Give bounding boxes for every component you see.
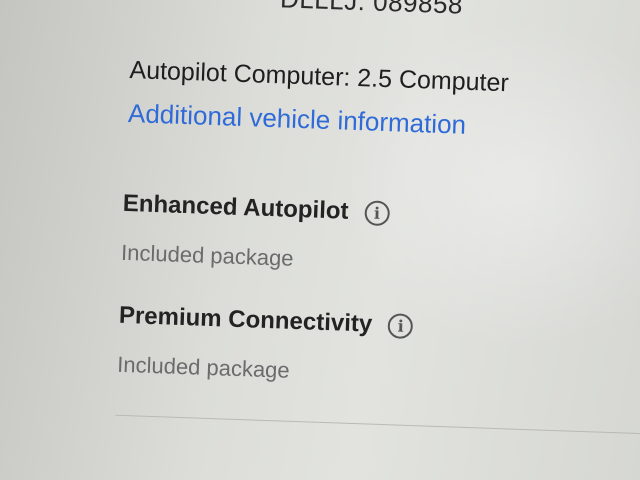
info-icon[interactable]: i: [364, 199, 390, 226]
additional-vehicle-info-link[interactable]: Additional vehicle information: [127, 98, 467, 141]
package-status: Included package: [120, 239, 294, 271]
package-status: Included package: [116, 351, 291, 383]
package-enhanced-autopilot: Enhanced Autopilot i: [122, 190, 390, 227]
package-title: Premium Connectivity: [118, 301, 373, 338]
vehicle-details-panel: DLLLJ. 089858 Autopilot Computer: 2.5 Co…: [113, 0, 640, 480]
divider: [115, 414, 640, 435]
info-icon[interactable]: i: [387, 312, 414, 339]
screen: DLLLJ. 089858 Autopilot Computer: 2.5 Co…: [0, 0, 640, 480]
package-title: Enhanced Autopilot: [122, 189, 349, 225]
package-premium-connectivity: Premium Connectivity i: [118, 301, 414, 340]
autopilot-computer-label: Autopilot Computer: 2.5 Computer: [129, 56, 510, 98]
partial-vin-text: DLLLJ. 089858: [279, 0, 464, 20]
